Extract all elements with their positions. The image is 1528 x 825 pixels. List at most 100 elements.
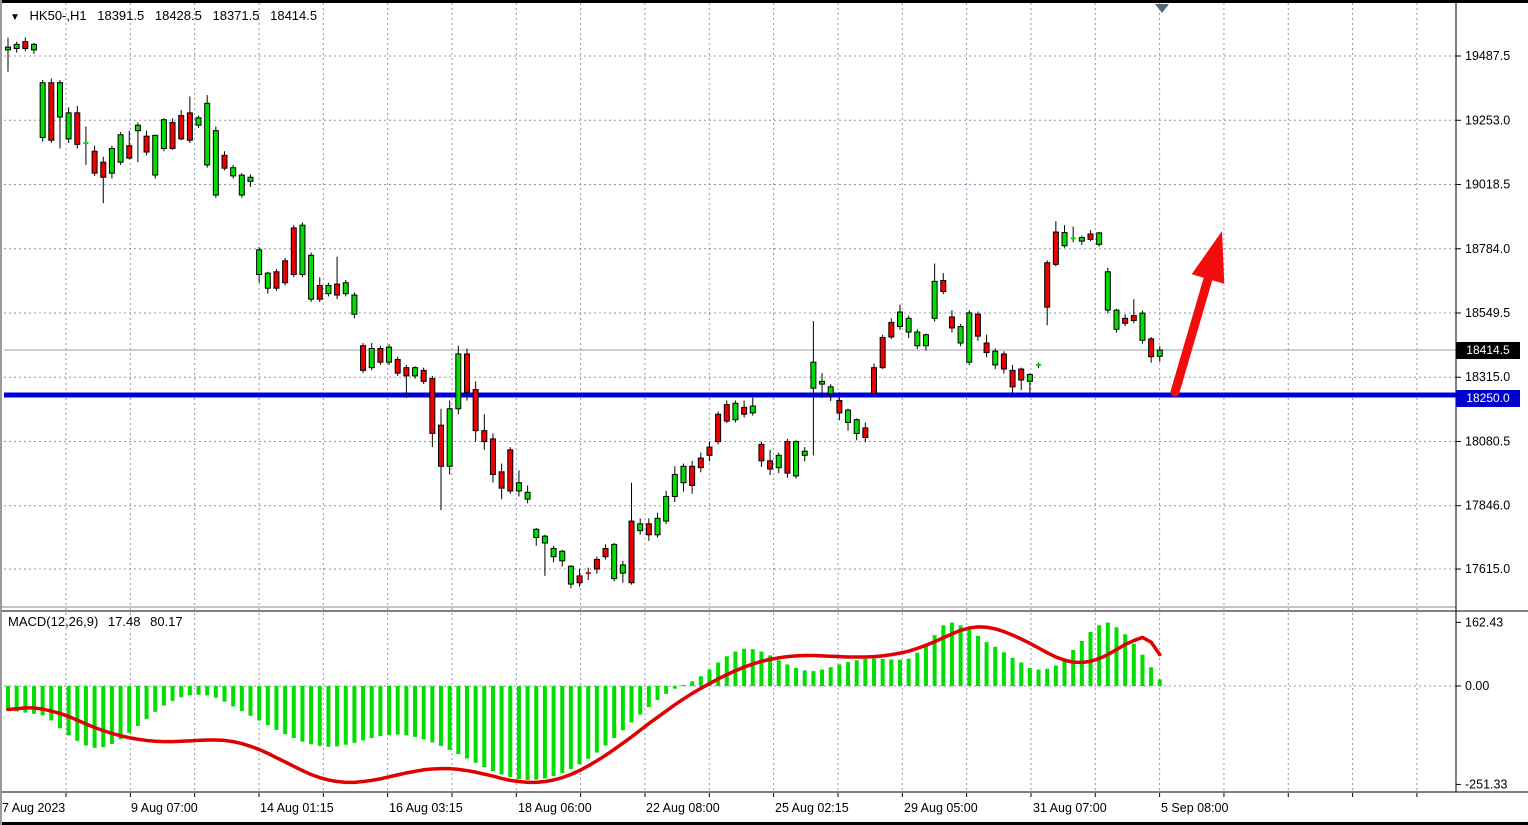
macd-histogram-bar bbox=[93, 686, 97, 748]
candle-body bbox=[958, 327, 963, 343]
candle-body bbox=[464, 354, 469, 392]
macd-histogram-bar bbox=[223, 686, 227, 702]
macd-indicator-label: MACD(12,26,9) 17.48 80.17 bbox=[8, 614, 189, 629]
candle-body bbox=[516, 483, 521, 491]
macd-histogram-bar bbox=[1089, 632, 1093, 686]
candle-body bbox=[413, 368, 418, 376]
macd-histogram-bar bbox=[1045, 669, 1049, 686]
candle-body bbox=[897, 312, 902, 327]
macd-histogram-bar bbox=[1132, 644, 1136, 686]
candle-body bbox=[387, 347, 392, 362]
candle-body bbox=[828, 387, 833, 394]
macd-histogram-bar bbox=[248, 686, 252, 716]
candle-body bbox=[655, 518, 660, 534]
candle-body bbox=[361, 346, 366, 371]
candle-body bbox=[40, 83, 45, 138]
symbol-dropdown-icon[interactable]: ▼ bbox=[10, 12, 20, 23]
macd-histogram-bar bbox=[231, 686, 235, 706]
macd-histogram-bar bbox=[456, 686, 460, 754]
macd-histogram-bar bbox=[959, 625, 963, 686]
candle-body bbox=[490, 439, 495, 475]
candle-body bbox=[109, 148, 114, 173]
candle-body bbox=[6, 47, 11, 50]
macd-histogram-bar bbox=[811, 671, 815, 686]
candle-body bbox=[179, 116, 184, 139]
candle-body bbox=[872, 368, 877, 394]
candle-body bbox=[421, 370, 426, 381]
candle-body bbox=[785, 442, 790, 474]
macd-histogram-bar bbox=[430, 686, 434, 742]
candle-body bbox=[776, 455, 781, 467]
macd-histogram-bar bbox=[67, 686, 71, 735]
macd-histogram-bar bbox=[422, 686, 426, 739]
macd-histogram-bar bbox=[482, 686, 486, 767]
window-border-left bbox=[0, 0, 2, 825]
macd-histogram-bar bbox=[526, 686, 530, 780]
macd-histogram-bar bbox=[872, 659, 876, 686]
macd-histogram-bar bbox=[759, 652, 763, 686]
macd-histogram-bar bbox=[673, 686, 677, 689]
up-arrow-shaft[interactable] bbox=[1175, 279, 1208, 392]
macd-histogram-bar bbox=[292, 686, 296, 738]
macd-histogram-bar bbox=[751, 649, 755, 686]
macd-histogram-bar bbox=[907, 659, 911, 686]
candle-body bbox=[525, 492, 530, 499]
macd-histogram-bar bbox=[500, 686, 504, 775]
candle-body bbox=[170, 122, 175, 148]
macd-histogram-bar bbox=[638, 686, 642, 715]
candle-body bbox=[551, 548, 556, 556]
macd-histogram-bar bbox=[508, 686, 512, 777]
macd-histogram-bar bbox=[404, 686, 408, 735]
trading-chart-window: 19487.519253.019018.518784.018549.518315… bbox=[0, 0, 1528, 825]
macd-histogram-bar bbox=[656, 686, 660, 700]
candle-body bbox=[14, 44, 19, 48]
macd-histogram-bar bbox=[941, 625, 945, 686]
macd-histogram-bar bbox=[785, 664, 789, 686]
candle-body bbox=[283, 261, 288, 283]
candle-body bbox=[135, 125, 140, 130]
ohlc-close: 18414.5 bbox=[270, 8, 317, 23]
macd-histogram-bar bbox=[370, 686, 374, 738]
candle-body bbox=[690, 466, 695, 485]
candle-body bbox=[127, 146, 132, 158]
macd-histogram-bar bbox=[716, 663, 720, 686]
up-arrow-head-icon[interactable] bbox=[1192, 231, 1225, 284]
candle-body bbox=[300, 225, 305, 274]
candle-body bbox=[906, 318, 911, 332]
candle-body bbox=[430, 379, 435, 434]
macd-histogram-bar bbox=[889, 659, 893, 686]
macd-histogram-bar bbox=[153, 686, 157, 712]
candle-body bbox=[854, 420, 859, 434]
support-level-price-tag: 18250.0 bbox=[1456, 390, 1520, 407]
candle-body bbox=[542, 536, 547, 543]
candle-body bbox=[92, 151, 97, 173]
candle-body bbox=[75, 113, 80, 145]
macd-histogram-bar bbox=[162, 686, 166, 706]
candle-body bbox=[352, 295, 357, 314]
macd-histogram-bar bbox=[846, 662, 850, 686]
macd-histogram-bar bbox=[898, 660, 902, 686]
macd-histogram-bar bbox=[179, 686, 183, 697]
candle-body bbox=[698, 458, 703, 468]
macd-histogram-bar bbox=[630, 686, 634, 722]
candle-body bbox=[880, 338, 885, 368]
macd-histogram-bar bbox=[188, 686, 192, 695]
macd-histogram-bar bbox=[1071, 650, 1075, 686]
macd-name: MACD(12,26,9) bbox=[8, 614, 98, 629]
candle-body bbox=[326, 285, 331, 293]
candle-body bbox=[187, 113, 192, 140]
candle-body bbox=[222, 155, 227, 168]
macd-histogram-bar bbox=[335, 686, 339, 746]
macd-histogram-bar bbox=[326, 686, 330, 747]
macd-histogram-bar bbox=[612, 686, 616, 738]
macd-histogram-bar bbox=[127, 686, 131, 733]
macd-histogram-bar bbox=[1140, 655, 1144, 686]
candle-body bbox=[967, 313, 972, 362]
macd-histogram-bar bbox=[924, 645, 928, 686]
candle-body bbox=[707, 447, 712, 455]
macd-histogram-bar bbox=[820, 670, 824, 686]
chart-surface[interactable]: 19487.519253.019018.518784.018549.518315… bbox=[0, 0, 1528, 825]
candle-body bbox=[993, 351, 998, 365]
macd-histogram-bar bbox=[1149, 667, 1153, 686]
candle-body bbox=[205, 103, 210, 165]
